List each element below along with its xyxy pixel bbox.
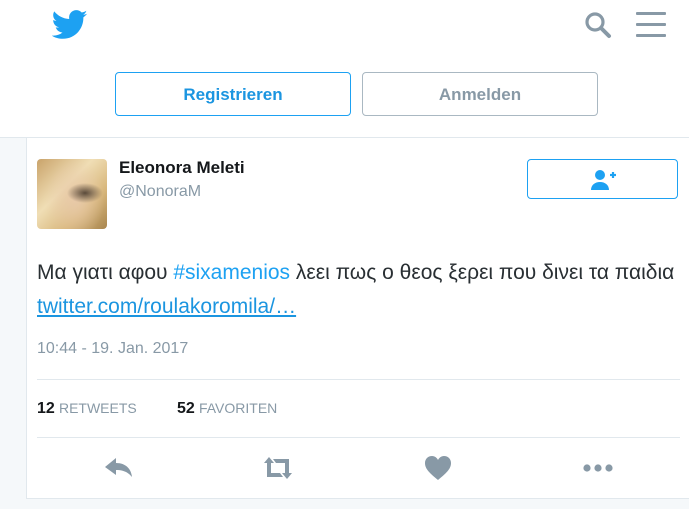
author-handle[interactable]: @NonoraM — [119, 183, 201, 201]
tweet-text: Μα γιατι αφου #sixamenios λεει πως ο θεο… — [37, 256, 682, 324]
tweet-timestamp[interactable]: 10:44 - 19. Jan. 2017 — [37, 340, 188, 358]
tweet-url-link[interactable]: twitter.com/roulakoromila/… — [37, 295, 296, 318]
hashtag-link[interactable]: #sixamenios — [173, 261, 290, 284]
hamburger-menu-icon[interactable] — [636, 12, 666, 38]
tweet-actions — [27, 453, 689, 483]
heart-icon[interactable] — [420, 453, 456, 483]
twitter-bird-icon[interactable] — [52, 10, 88, 40]
search-icon[interactable] — [583, 10, 613, 40]
login-button[interactable]: Anmelden — [362, 72, 598, 116]
retweets-label: RETWEETS — [58, 400, 137, 416]
divider — [37, 437, 680, 438]
retweets-count: 12 — [37, 400, 55, 417]
add-user-icon — [591, 170, 616, 190]
avatar[interactable] — [37, 159, 107, 229]
register-button[interactable]: Registrieren — [115, 72, 351, 116]
reply-icon[interactable] — [101, 453, 137, 483]
divider — [37, 379, 680, 380]
follow-button[interactable] — [527, 159, 678, 199]
tweet-card: Eleonora Meleti @NonoraM Μα γιατι αφου #… — [26, 138, 689, 499]
tweet-text-after: λεει πως ο θεος ξερει που δινει τα παιδι… — [290, 261, 675, 284]
retweets-stat[interactable]: 12 RETWEETS — [37, 400, 137, 418]
top-bar: Registrieren Anmelden — [0, 0, 689, 138]
more-dots-icon[interactable] — [580, 453, 616, 483]
retweet-icon[interactable] — [260, 453, 296, 483]
favorites-label: FAVORITEN — [198, 400, 278, 416]
favorites-count: 52 — [177, 400, 195, 417]
author-name[interactable]: Eleonora Meleti — [119, 158, 245, 178]
tweet-text-before: Μα γιατι αφου — [37, 261, 174, 284]
favorites-stat[interactable]: 52 FAVORITEN — [177, 400, 277, 418]
